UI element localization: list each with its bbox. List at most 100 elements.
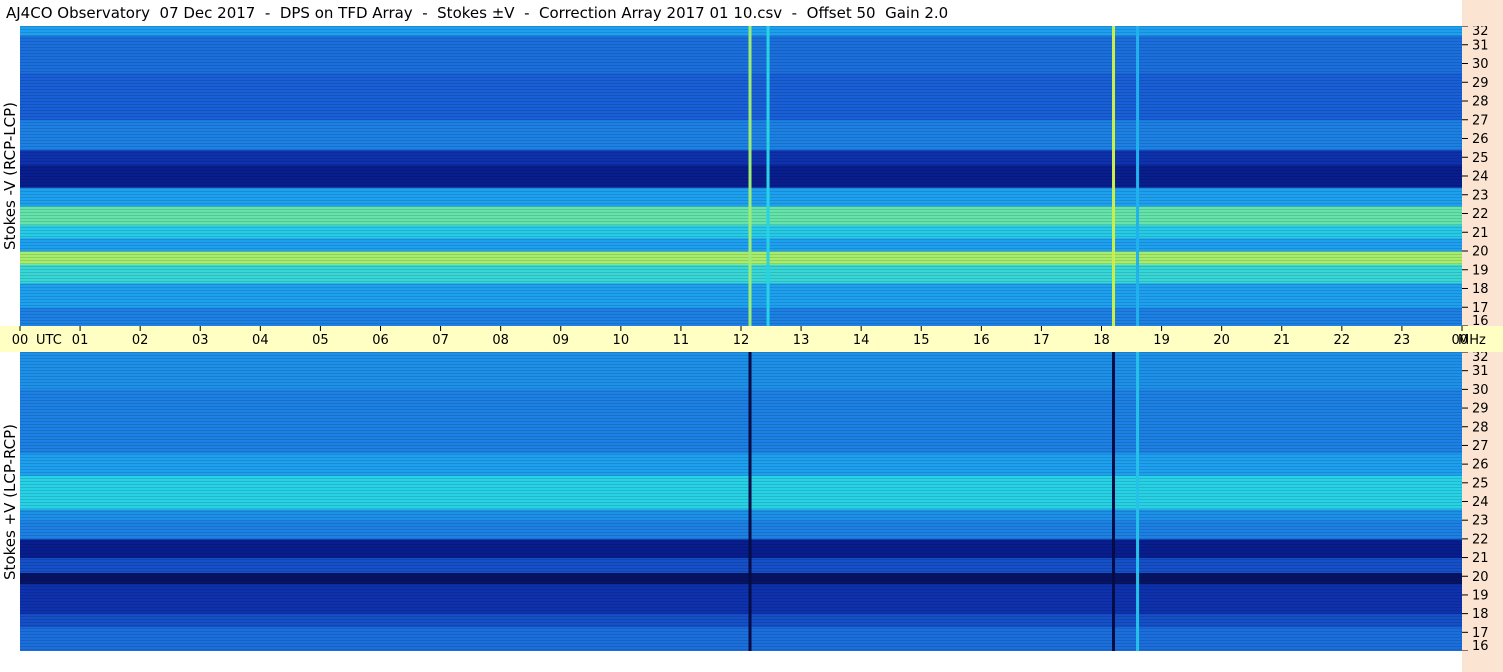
texture-line [20,544,1462,545]
texture-line [20,53,1462,54]
freq-tick-mark [1462,575,1468,577]
texture-line [20,104,1462,105]
texture-line [20,397,1462,398]
texture-line [20,559,1462,560]
texture-line [20,445,1462,446]
utc-tick-label: 13 [793,333,810,348]
utc-tick-mark [500,326,502,331]
utc-tick-label: 06 [372,333,389,348]
texture-line [20,230,1462,231]
texture-line [20,358,1462,359]
freq-tick-label: 23 [1472,514,1489,529]
texture-line [20,218,1462,219]
freq-tick-label: 23 [1472,188,1489,203]
freq-tick-label: 25 [1472,151,1489,166]
freq-tick-label: 32 [1472,26,1489,39]
texture-line [20,110,1462,111]
freq-tick-label: 26 [1472,458,1489,473]
texture-line [20,523,1462,524]
freq-tick-mark [1462,306,1468,308]
texture-line [20,155,1462,156]
texture-line [20,517,1462,518]
utc-tick-label: 07 [432,333,449,348]
texture-line [20,299,1462,300]
texture-line [20,403,1462,404]
utc-tick-label: 09 [552,333,569,348]
texture-line [20,98,1462,99]
utc-tick-label: 10 [613,333,630,348]
texture-line [20,490,1462,491]
texture-line [20,83,1462,84]
texture-line [20,221,1462,222]
freq-band-0-13 [20,26,1462,36]
utc-tick-label: 18 [1093,333,1110,348]
vertical-line-0-2 [1112,26,1116,326]
utc-tick-mark [800,326,802,331]
texture-line [20,89,1462,90]
texture-line [20,92,1462,93]
texture-line [20,311,1462,312]
texture-line [20,364,1462,365]
texture-line [20,290,1462,291]
freq-tick-mark [1462,288,1468,289]
texture-line [20,553,1462,554]
texture-line [20,185,1462,186]
freq-band-0-1 [20,282,1462,308]
texture-line [20,415,1462,416]
texture-line [20,439,1462,440]
freq-tick-label: 20 [1472,570,1489,585]
texture-line [20,239,1462,240]
panel-top-label-text: Stokes -V (RCP-LCP) [1,102,19,250]
texture-line [20,418,1462,419]
texture-line [20,508,1462,509]
texture-line [20,646,1462,647]
texture-line [20,164,1462,165]
texture-line [20,619,1462,620]
texture-line [20,469,1462,470]
texture-line [20,140,1462,141]
texture-line [20,35,1462,36]
freq-tick-mark [1462,370,1468,372]
texture-line [20,314,1462,315]
texture-line [20,520,1462,521]
texture-line [20,113,1462,114]
texture-line [20,56,1462,57]
texture-line [20,137,1462,138]
texture-line [20,215,1462,216]
texture-line [20,227,1462,228]
texture-line [20,388,1462,389]
utc-tick-mark [560,326,562,331]
texture-line [20,182,1462,183]
texture-line [20,212,1462,213]
texture-line [20,146,1462,147]
utc-tick-label: 22 [1334,333,1351,348]
texture-line [20,161,1462,162]
texture-line [20,598,1462,599]
utc-tick-mark [740,326,742,331]
freq-tick-mark [1462,194,1468,196]
freq-tick-label: 29 [1472,76,1489,91]
texture-line [20,320,1462,321]
utc-tick-label: 00 [12,333,29,348]
freq-tick-mark [1462,594,1468,596]
texture-line [20,44,1462,45]
texture-line [20,71,1462,72]
texture-line [20,412,1462,413]
texture-line [20,86,1462,87]
freq-tick-mark [1462,138,1468,139]
freq-tick-mark [1462,250,1468,252]
freq-tick-label: 25 [1472,476,1489,491]
texture-line [20,637,1462,638]
vertical-line-1-2 [1136,352,1140,651]
texture-line [20,574,1462,575]
vertical-line-0-3 [1136,26,1140,326]
texture-line [20,589,1462,590]
utc-tick-label: 04 [252,333,269,348]
freq-tick-mark [1462,426,1468,428]
texture-line [20,296,1462,297]
freq-tick-mark [1462,388,1468,390]
texture-line [20,367,1462,368]
texture-line [20,595,1462,596]
texture-line [20,257,1462,258]
panel-bottom-label-text: Stokes +V (LCP-RCP) [1,423,19,580]
